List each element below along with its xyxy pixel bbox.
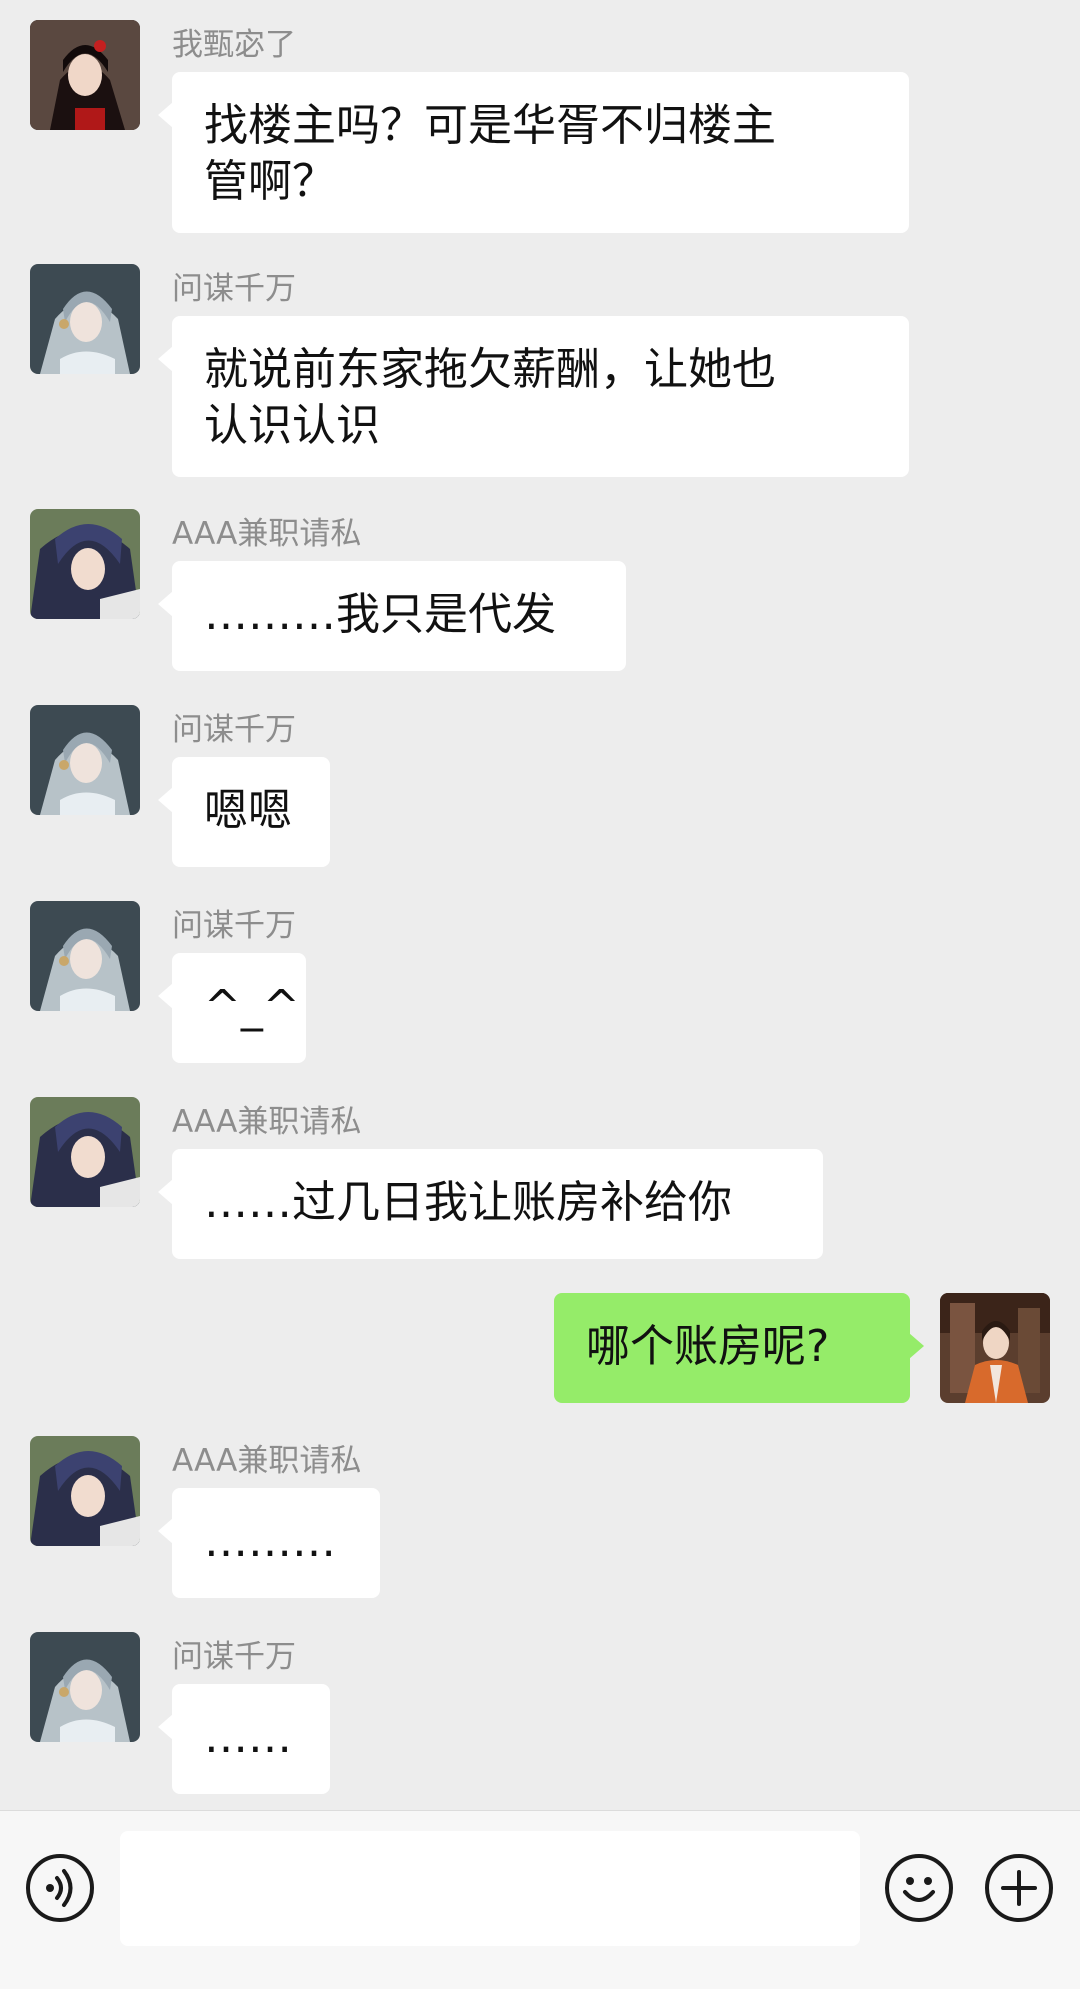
message-text: ……过几日我让账房补给你: [204, 1177, 732, 1228]
avatar[interactable]: [940, 1293, 1050, 1403]
message-text: 哪个账房呢?: [586, 1321, 830, 1372]
sender-name: AAA兼职请私: [172, 516, 362, 552]
sender-name: 问谋千万: [172, 271, 296, 307]
message-input[interactable]: [120, 1831, 860, 1946]
avatar[interactable]: [30, 901, 140, 1011]
sender-name: 我甄宓了: [172, 27, 296, 63]
avatar[interactable]: [30, 20, 140, 130]
message-text: ^_^: [204, 981, 300, 1032]
avatar[interactable]: [30, 1436, 140, 1546]
emoji-icon[interactable]: [885, 1854, 953, 1922]
message-bubble[interactable]: 就说前东家拖欠薪酬，让她也 认识认识: [158, 316, 909, 477]
message-bubble[interactable]: ^_^: [158, 953, 306, 1063]
message-bubble[interactable]: 嗯嗯: [158, 757, 330, 867]
avatar[interactable]: [30, 1632, 140, 1742]
message-bubble-self[interactable]: 哪个账房呢?: [554, 1293, 924, 1403]
message-text: 管啊？: [204, 156, 336, 207]
plus-icon[interactable]: [985, 1854, 1053, 1922]
chat-message-list[interactable]: 我甄宓了 找楼主吗？可是华胥不归楼主 管啊？ 问谋千万 就说前东家拖欠薪酬，让她…: [0, 0, 1080, 1810]
avatar[interactable]: [30, 264, 140, 374]
sender-name: 问谋千万: [172, 1639, 296, 1675]
message-bubble[interactable]: 找楼主吗？可是华胥不归楼主 管啊？: [158, 72, 909, 233]
voice-icon[interactable]: [26, 1854, 94, 1922]
sender-name: AAA兼职请私: [172, 1104, 362, 1140]
message-text: 认识认识: [204, 400, 380, 451]
message-bubble[interactable]: ……过几日我让账房补给你: [158, 1149, 823, 1259]
message-text: ………: [204, 1516, 336, 1567]
message-text: 就说前东家拖欠薪酬，让她也: [204, 344, 776, 395]
chat-input-bar: [0, 1810, 1080, 1989]
sender-name: 问谋千万: [172, 712, 296, 748]
avatar[interactable]: [30, 1097, 140, 1207]
avatar[interactable]: [30, 705, 140, 815]
message-text: 嗯嗯: [204, 785, 292, 836]
message-text: ……: [204, 1712, 292, 1763]
message-bubble[interactable]: ………: [158, 1488, 380, 1598]
sender-name: 问谋千万: [172, 908, 296, 944]
sender-name: AAA兼职请私: [172, 1443, 362, 1479]
message-bubble[interactable]: ……: [158, 1684, 330, 1794]
avatar[interactable]: [30, 509, 140, 619]
message-text: 找楼主吗？可是华胥不归楼主: [204, 100, 776, 151]
message-bubble[interactable]: ………我只是代发: [158, 561, 626, 671]
message-text: ………我只是代发: [204, 589, 556, 640]
